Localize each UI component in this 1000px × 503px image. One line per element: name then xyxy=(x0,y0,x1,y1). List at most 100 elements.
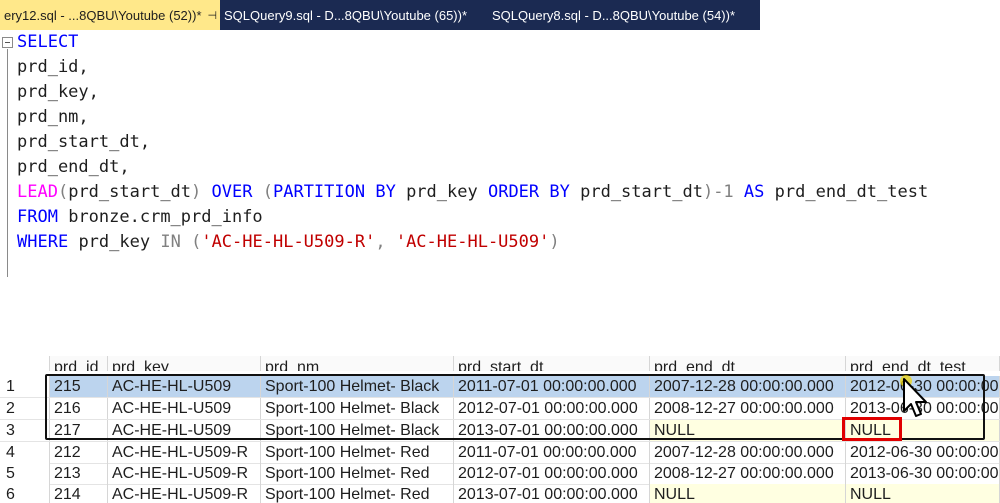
comma: , xyxy=(375,232,386,252)
row-number[interactable]: 2 xyxy=(0,398,50,419)
keyword-over: OVER xyxy=(211,182,253,202)
column-alias: prd_end_dt_test xyxy=(774,182,929,202)
cell-prd-start-dt[interactable]: 2012-07-01 00:00:00.000 xyxy=(454,463,650,484)
code-line-7: LEAD(prd_start_dt) OVER (PARTITION BY pr… xyxy=(17,180,928,205)
code-line-5: prd_start_dt, xyxy=(17,130,150,155)
column-header-prd-end-dt[interactable]: prd_end_dt xyxy=(650,356,846,371)
cell-prd-start-dt[interactable]: 2011-07-01 00:00:00.000 xyxy=(454,376,650,397)
cell-prd-key[interactable]: AC-HE-HL-U509-R xyxy=(108,442,261,463)
cell-prd-end-dt-test[interactable]: NULL xyxy=(846,420,1000,441)
cell-prd-nm[interactable]: Sport-100 Helmet- Black xyxy=(261,398,454,419)
column-ref: prd_start_dt xyxy=(68,182,192,202)
column-ref: prd_key, xyxy=(17,82,99,102)
column-header-prd-start-dt[interactable]: prd_start_dt xyxy=(454,356,650,371)
paren: ) xyxy=(191,182,202,202)
cell-prd-start-dt[interactable]: 2013-07-01 00:00:00.000 xyxy=(454,420,650,441)
table-row[interactable]: 6 214 AC-HE-HL-U509-R Sport-100 Helmet- … xyxy=(0,484,1000,503)
column-header-prd-end-dt-test[interactable]: prd_end_dt_test xyxy=(846,356,1000,371)
cell-prd-end-dt[interactable]: 2007-12-28 00:00:00.000 xyxy=(650,442,846,463)
operator-minus-one: -1 xyxy=(713,182,734,202)
code-line-8: FROM bronze.crm_prd_info xyxy=(17,205,263,230)
tab-sqlquery8[interactable]: SQLQuery8.sql - D...8QBU\Youtube (54))* xyxy=(488,0,760,30)
row-number[interactable]: 6 xyxy=(0,484,50,503)
cell-prd-end-dt-test[interactable]: 2012-06-30 00:00:00.000 xyxy=(846,376,1000,397)
cell-prd-end-dt[interactable]: 2007-12-28 00:00:00.000 xyxy=(650,376,846,397)
document-tab-strip: ery12.sql - ...8QBU\Youtube (52))* ⊣ ✕ S… xyxy=(0,0,760,30)
keyword-partition-by: PARTITION BY xyxy=(272,182,396,202)
cell-prd-end-dt[interactable]: 2008-12-27 00:00:00.000 xyxy=(650,398,846,419)
cell-prd-nm[interactable]: Sport-100 Helmet- Black xyxy=(261,376,454,397)
row-number[interactable]: 4 xyxy=(0,442,50,463)
paren: ) xyxy=(549,232,560,252)
cell-prd-id[interactable]: 217 xyxy=(50,420,108,441)
table-row[interactable]: 2 216 AC-HE-HL-U509 Sport-100 Helmet- Bl… xyxy=(0,398,1000,419)
cell-prd-end-dt-test[interactable]: 2012-06-30 00:00:00.000 xyxy=(846,442,1000,463)
cell-prd-nm[interactable]: Sport-100 Helmet- Red xyxy=(261,463,454,484)
tab-label: SQLQuery9.sql - D...8QBU\Youtube (65))* xyxy=(224,7,468,23)
tab-sqlquery12[interactable]: ery12.sql - ...8QBU\Youtube (52))* ⊣ ✕ xyxy=(0,0,220,30)
results-grid[interactable]: prd_id prd_key prd_nm prd_start_dt prd_e… xyxy=(0,356,1000,503)
paren: ( xyxy=(57,182,69,202)
cell-prd-start-dt[interactable]: 2011-07-01 00:00:00.000 xyxy=(454,442,650,463)
cell-prd-start-dt[interactable]: 2012-07-01 00:00:00.000 xyxy=(454,398,650,419)
cell-prd-end-dt[interactable]: 2008-12-27 00:00:00.000 xyxy=(650,463,846,484)
column-ref: prd_start_dt, xyxy=(17,132,151,152)
cell-prd-end-dt-test[interactable]: 2013-06-30 00:00:00.000 xyxy=(846,463,1000,484)
table-ref: bronze.crm_prd_info xyxy=(68,207,263,227)
cell-prd-end-dt-test[interactable]: 2013-06-30 00:00:00.000 xyxy=(846,398,1000,419)
cell-prd-id[interactable]: 215 xyxy=(50,376,108,397)
row-number[interactable]: 3 xyxy=(0,420,50,441)
code-line-2: prd_id, xyxy=(17,55,89,80)
column-header-prd-key[interactable]: prd_key xyxy=(108,356,261,371)
row-number[interactable]: 1 xyxy=(0,376,50,397)
table-row[interactable]: 5 213 AC-HE-HL-U509-R Sport-100 Helmet- … xyxy=(0,463,1000,484)
cell-prd-end-dt[interactable]: NULL xyxy=(650,420,846,441)
keyword-where: WHERE xyxy=(17,232,69,252)
tab-label: ery12.sql - ...8QBU\Youtube (52))* xyxy=(4,7,202,23)
column-ref: prd_key xyxy=(406,182,478,202)
row-number-header[interactable] xyxy=(0,356,50,371)
cell-prd-id[interactable]: 214 xyxy=(50,484,108,503)
cell-prd-start-dt[interactable]: 2013-07-01 00:00:00.000 xyxy=(454,484,650,503)
table-row[interactable]: 1 215 AC-HE-HL-U509 Sport-100 Helmet- Bl… xyxy=(0,376,1000,397)
pin-icon[interactable]: ⊣ xyxy=(208,9,218,22)
column-ref: prd_key xyxy=(78,232,151,252)
paren: ( xyxy=(191,232,202,252)
cell-prd-key[interactable]: AC-HE-HL-U509-R xyxy=(108,484,261,503)
tab-sqlquery9[interactable]: SQLQuery9.sql - D...8QBU\Youtube (65))* xyxy=(220,0,488,30)
keyword-from: FROM xyxy=(17,207,58,227)
cell-prd-id[interactable]: 216 xyxy=(50,398,108,419)
tab-label: SQLQuery8.sql - D...8QBU\Youtube (54))* xyxy=(492,7,736,23)
column-header-prd-id[interactable]: prd_id xyxy=(50,356,108,371)
table-row[interactable]: 4 212 AC-HE-HL-U509-R Sport-100 Helmet- … xyxy=(0,442,1000,463)
outline-guide xyxy=(7,49,8,277)
code-line-3: prd_key, xyxy=(17,80,99,105)
column-ref: prd_id, xyxy=(17,57,89,77)
cell-prd-key[interactable]: AC-HE-HL-U509 xyxy=(108,420,261,441)
cell-prd-nm[interactable]: Sport-100 Helmet- Red xyxy=(261,484,454,503)
string-literal: 'AC-HE-HL-U509-R' xyxy=(201,232,376,252)
row-number[interactable]: 5 xyxy=(0,463,50,484)
cell-prd-end-dt-test[interactable]: NULL xyxy=(846,484,1000,503)
cell-prd-id[interactable]: 213 xyxy=(50,463,108,484)
table-row[interactable]: 3 217 AC-HE-HL-U509 Sport-100 Helmet- Bl… xyxy=(0,420,1000,441)
cell-prd-key[interactable]: AC-HE-HL-U509 xyxy=(108,376,261,397)
cell-prd-nm[interactable]: Sport-100 Helmet- Red xyxy=(261,442,454,463)
paren: ( xyxy=(262,182,273,202)
cell-prd-end-dt[interactable]: NULL xyxy=(650,484,846,503)
collapse-toggle-icon[interactable] xyxy=(2,37,13,48)
cell-prd-nm[interactable]: Sport-100 Helmet- Black xyxy=(261,420,454,441)
keyword-select: SELECT xyxy=(17,32,79,52)
keyword-in: IN xyxy=(160,232,181,252)
column-ref: prd_end_dt, xyxy=(17,157,130,177)
cell-prd-id[interactable]: 212 xyxy=(50,442,108,463)
cell-prd-key[interactable]: AC-HE-HL-U509-R xyxy=(108,463,261,484)
code-line-1: SELECT xyxy=(17,30,78,55)
function-lead: LEAD xyxy=(17,182,58,202)
cell-prd-key[interactable]: AC-HE-HL-U509 xyxy=(108,398,261,419)
keyword-as: AS xyxy=(743,182,765,202)
query-editor[interactable]: SELECT prd_id, prd_key, prd_nm, prd_star… xyxy=(0,30,1000,350)
keyword-order-by: ORDER BY xyxy=(487,182,570,202)
column-ref: prd_nm, xyxy=(17,107,89,127)
column-header-prd-nm[interactable]: prd_nm xyxy=(261,356,454,371)
